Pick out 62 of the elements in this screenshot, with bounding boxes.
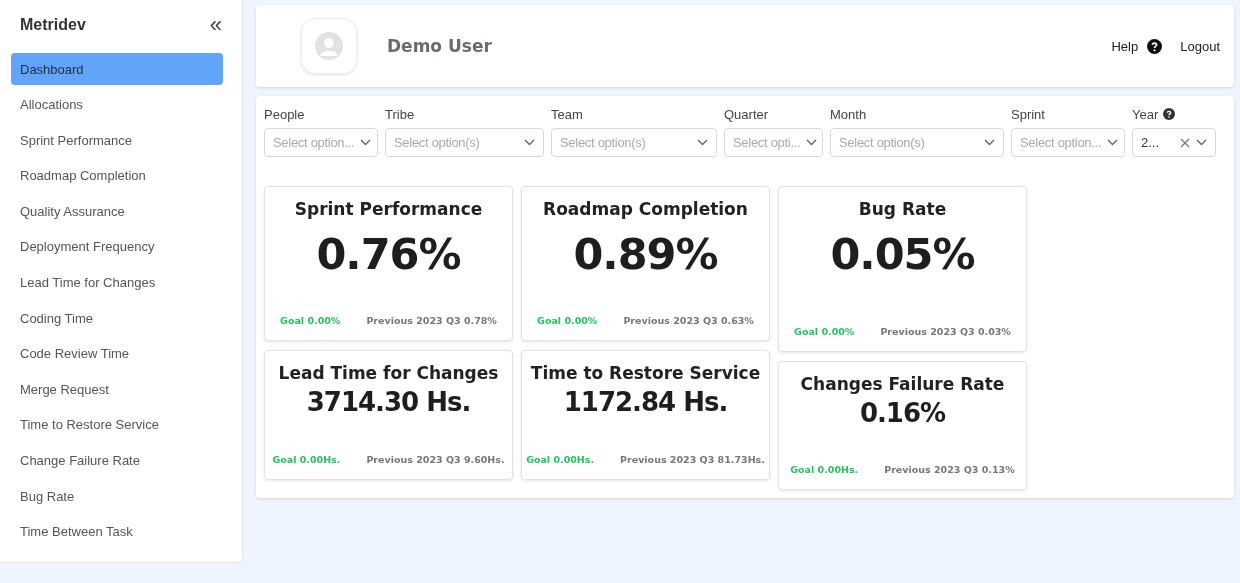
filter-label: Sprint [1011, 106, 1045, 122]
nav-item[interactable]: Time to Restore Service [11, 408, 223, 441]
metric-value: 3714.30 Hs. [306, 387, 471, 417]
chevron-down-icon [524, 139, 535, 146]
metric-value: 0.89% [573, 229, 718, 279]
nav-item[interactable]: Time Between Task [11, 515, 223, 548]
chevron-down-icon [1107, 139, 1119, 146]
metric-title: Roadmap Completion [543, 199, 748, 219]
nav-item[interactable]: Code Review Time [11, 337, 223, 370]
filter-label: Quarter [724, 106, 769, 122]
nav-item[interactable]: Lead Time for Changes [11, 266, 223, 299]
help-icon[interactable] [1147, 38, 1163, 54]
filter-label: Team [551, 106, 583, 122]
metric-title: Bug Rate [858, 199, 947, 219]
clear-icon[interactable] [1180, 137, 1190, 148]
chevron-down-icon [360, 139, 372, 146]
previous-text: Previous 2023 Q3 0.78% [366, 315, 497, 326]
previous-text: Previous 2023 Q3 9.60Hs. [366, 454, 505, 465]
nav-item[interactable]: Change Failure Rate [11, 444, 223, 477]
logout-link[interactable]: Logout [1180, 38, 1220, 54]
filter-label: Year [1132, 106, 1159, 122]
nav-item[interactable]: Sprint Performance [11, 124, 223, 157]
chevron-down-icon [1196, 139, 1207, 146]
help-icon[interactable] [1163, 108, 1176, 120]
nav-item[interactable]: Coding Time [11, 302, 223, 335]
avatar-icon [301, 18, 357, 74]
brand-name: Metridev [20, 16, 86, 34]
user-name: Demo User [387, 36, 492, 56]
metric-value: 0.16% [859, 398, 946, 428]
metric-value: 0.76% [316, 229, 461, 279]
filter-label: People [264, 106, 305, 122]
metric-title: Sprint Performance [294, 199, 483, 219]
goal-text: Goal 0.00Hs. [272, 454, 341, 465]
metric-value: 0.05% [830, 229, 975, 279]
previous-text: Previous 2023 Q3 81.73Hs. [620, 454, 765, 465]
previous-text: Previous 2023 Q3 0.63% [623, 315, 754, 326]
nav-item[interactable]: Roadmap Completion [11, 159, 223, 192]
filter-label: Month [830, 106, 867, 122]
metric-title: Time to Restore Service [530, 363, 761, 383]
metric-title: Lead Time for Changes [278, 363, 499, 383]
goal-text: Goal 0.00Hs. [790, 464, 859, 475]
goal-text: Goal 0.00% [537, 315, 598, 326]
goal-text: Goal 0.00% [280, 315, 341, 326]
goal-text: Goal 0.00Hs. [526, 454, 595, 465]
previous-text: Previous 2023 Q3 0.03% [880, 326, 1011, 337]
nav-item[interactable]: Quality Assurance [11, 195, 223, 228]
help-link[interactable]: Help [1111, 38, 1139, 54]
filter-label: Tribe [385, 106, 415, 122]
previous-text: Previous 2023 Q3 0.13% [884, 464, 1015, 475]
chevron-down-icon [697, 139, 708, 146]
metric-value: 1172.84 Hs. [563, 387, 728, 417]
chevron-down-icon [806, 139, 818, 146]
nav-item[interactable]: Deployment Frequency [11, 230, 223, 263]
nav-item[interactable]: Allocations [11, 88, 223, 121]
nav-item[interactable]: Merge Request [11, 373, 223, 406]
nav-item[interactable]: Bug Rate [11, 480, 223, 513]
select-field[interactable]: 2... [1132, 128, 1216, 157]
chevron-down-icon [984, 139, 995, 146]
metric-title: Changes Failure Rate [800, 374, 1005, 394]
nav-item[interactable]: Dashboard [11, 53, 223, 85]
goal-text: Goal 0.00% [794, 326, 855, 337]
collapse-button[interactable]: « [209, 14, 222, 36]
